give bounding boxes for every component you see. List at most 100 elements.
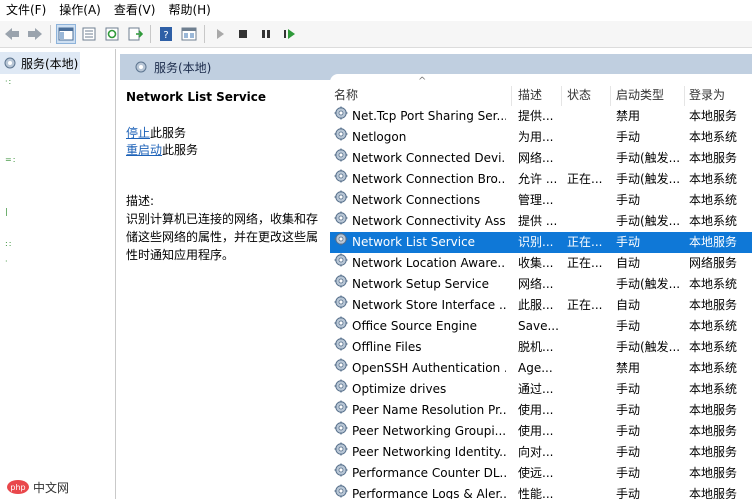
column-header-name[interactable]: 名称 [330,86,512,106]
service-logon-as: 本地系统 [689,172,738,186]
service-logon-as: 本地系统 [689,361,738,375]
table-row[interactable]: Network Connections 管理... 手动 本地系统 [330,190,752,211]
service-name: Peer Networking Groupi... [352,424,506,438]
service-name-cell: Offline Files [334,337,510,358]
service-startup-type: 手动 [616,319,641,333]
service-startup-type: 手动(触发... [616,172,681,186]
service-startup-type: 禁用 [616,109,641,123]
service-name-cell: Network Store Interface ... [334,295,510,316]
start-service-icon[interactable] [210,24,230,44]
export-list-icon[interactable] [125,24,145,44]
service-name: OpenSSH Authentication ... [352,361,506,375]
service-name-cell: Peer Networking Identity... [334,442,510,463]
table-row[interactable]: Network Setup Service 网络... 手动(触发... 本地系统 [330,274,752,295]
table-row[interactable]: OpenSSH Authentication ... Age... 禁用 本地系统 [330,358,752,379]
table-row[interactable]: Netlogon 为用... 手动 本地系统 [330,127,752,148]
help-icon[interactable]: ? [156,24,176,44]
tree-artifact: ·: [5,77,13,86]
service-status [567,400,607,421]
table-row[interactable]: Net.Tcp Port Sharing Ser... 提供... 禁用 本地服务 [330,106,752,127]
back-icon[interactable] [2,24,22,44]
menu-file[interactable]: 文件(F) [0,0,53,20]
service-name: Peer Name Resolution Pr... [352,403,506,417]
service-description: 为用... [518,130,554,144]
column-header-logon-as[interactable]: 登录为 [685,86,752,106]
show-hide-tree-icon[interactable] [56,24,76,44]
table-row[interactable]: Network Location Aware... 收集... 正在... 自动 网络服… [330,253,752,274]
service-startup-type: 自动 [616,298,641,312]
service-name-cell: Optimize drives [334,379,510,400]
tree-artifact: =: [5,155,17,164]
table-row[interactable]: Peer Name Resolution Pr... 使用... 手动 本地服务 [330,400,752,421]
service-startup-type: 手动 [616,403,641,417]
service-name-cell: Network Location Aware... [334,253,510,274]
column-header-description[interactable]: 描述 [514,86,562,106]
service-name-cell: Network Connectivity Ass... [334,211,510,232]
properties-icon[interactable] [79,24,99,44]
column-header-startup-type[interactable]: 启动类型 [612,86,685,106]
table-row[interactable]: Network Connectivity Ass... 提供 ... 手动(触发..… [330,211,752,232]
menu-bar: 文件(F) 操作(A) 查看(V) 帮助(H) [0,0,752,20]
toolbar-separator [50,25,51,43]
toolbar: ? [0,21,752,48]
service-description: 网络... [518,277,554,291]
service-gear-icon [334,379,348,400]
service-gear-icon [334,484,348,499]
service-name-cell: Peer Networking Groupi... [334,421,510,442]
pause-service-icon[interactable] [256,24,276,44]
forward-icon[interactable] [25,24,45,44]
stop-service-icon[interactable] [233,24,253,44]
watermark-brand: php [10,483,25,492]
tree-artifact: :: [5,239,13,248]
table-row[interactable]: Optimize drives 通过... 手动 本地系统 [330,379,752,400]
service-description: 脱机... [518,340,554,354]
service-name-cell: Peer Name Resolution Pr... [334,400,510,421]
service-status [567,358,607,379]
service-startup-type: 手动(触发... [616,214,681,228]
service-name: Office Source Engine [352,319,477,333]
column-header-status[interactable]: 状态 [563,86,611,106]
panel-title: 服务(本地) [154,60,212,75]
restart-service-link[interactable]: 重启动 [126,143,162,157]
menu-help[interactable]: 帮助(H) [162,0,217,20]
view-icon[interactable] [179,24,199,44]
table-row[interactable]: Network Connection Bro... 允许 ... 正在... 手动(触… [330,169,752,190]
service-status [567,337,607,358]
table-row[interactable]: Offline Files 脱机... 手动(触发... 本地系统 [330,337,752,358]
restart-service-icon[interactable] [279,24,299,44]
service-status [567,148,607,169]
service-logon-as: 本地服务 [689,424,738,438]
table-row[interactable]: Performance Counter DL... 使远... 手动 本地服务 [330,463,752,484]
service-status [567,463,607,484]
table-row[interactable]: Peer Networking Groupi... 使用... 手动 本地服务 [330,421,752,442]
list-header: ^ 名称 描述 状态 启动类型 登录为 [330,74,752,106]
service-gear-icon [334,148,348,169]
service-startup-type: 手动 [616,445,641,459]
service-status [567,379,607,400]
php-logo-icon: php [7,480,29,494]
menu-action[interactable]: 操作(A) [53,0,108,20]
table-row[interactable]: Network Connected Devi... 网络... 手动(触发... 本地… [330,148,752,169]
service-title: Network List Service [126,90,267,104]
service-gear-icon [334,211,348,232]
table-row[interactable]: Office Source Engine Save... 手动 本地系统 [330,316,752,337]
service-name: Peer Networking Identity... [352,445,506,459]
service-logon-as: 本地系统 [689,193,738,207]
service-logon-as: 本地服务 [689,151,738,165]
service-description: 允许 ... [518,172,558,186]
service-description: 网络... [518,151,554,165]
table-row[interactable]: Peer Networking Identity... 向对... 手动 本地服务 [330,442,752,463]
service-gear-icon [334,442,348,463]
refresh-icon[interactable] [102,24,122,44]
table-row[interactable]: Network Store Interface ... 此服... 正在... 自动 本… [330,295,752,316]
stop-service-link[interactable]: 停止 [126,126,150,140]
service-name: Network Store Interface ... [352,298,506,312]
description-pane: Network List Service 停止此服务 重启动此服务 描述: 识别… [120,80,330,499]
service-logon-as: 本地服务 [689,403,738,417]
table-row-selected[interactable]: Network List Service 识别... 正在... 手动 本地服务 [330,232,752,253]
restart-service-suffix: 此服务 [162,143,199,157]
service-gear-icon [334,274,348,295]
table-row[interactable]: Performance Logs & Aler... 性能... 手动 本地服务 [330,484,752,499]
menu-view[interactable]: 查看(V) [108,0,163,20]
tree-item-services-local[interactable]: 服务(本地) [0,52,80,74]
